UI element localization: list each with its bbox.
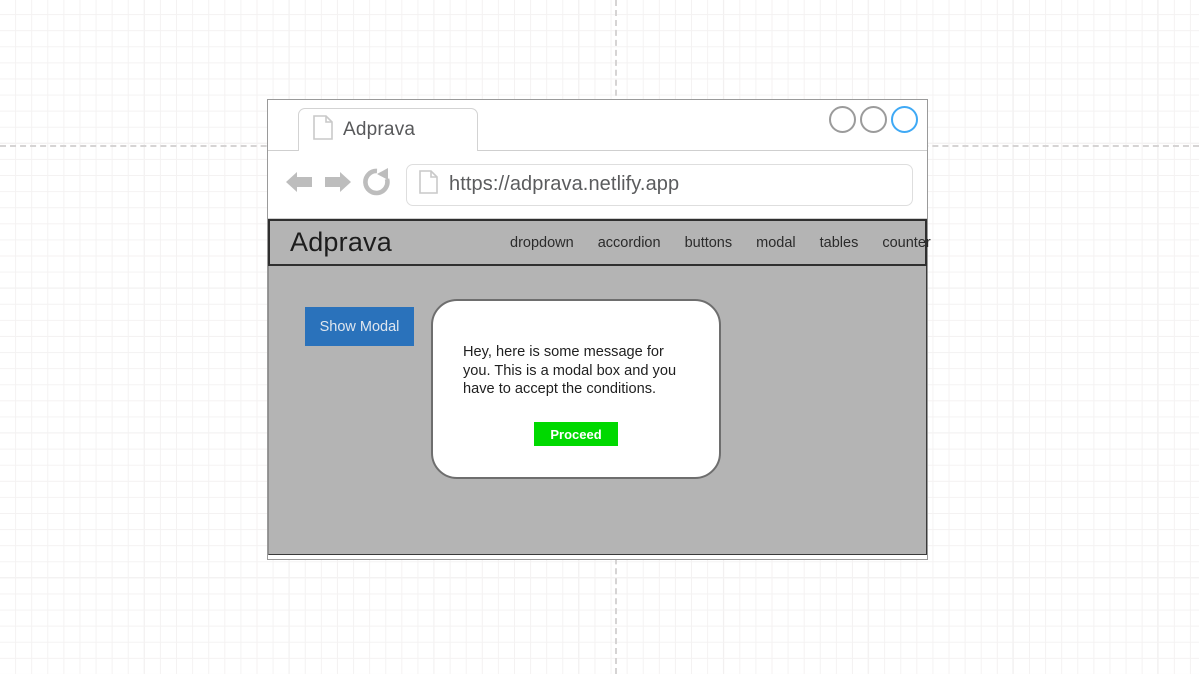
show-modal-button[interactable]: Show Modal [305, 307, 414, 346]
browser-window-mockup: Adprava https://adprava.netlify.app Adpr… [267, 99, 931, 560]
nav-link-counter[interactable]: counter [882, 235, 930, 251]
site-content-area: Show Modal Hey, here is some message for… [268, 266, 927, 555]
back-arrow-icon[interactable] [284, 169, 314, 200]
maximize-button[interactable] [860, 106, 887, 133]
site-brand: Adprava [290, 227, 392, 257]
site-navbar: Adprava dropdown accordion buttons modal… [268, 219, 931, 266]
browser-tab-label: Adprava [343, 119, 416, 140]
site-nav-links: dropdown accordion buttons modal tables … [510, 235, 931, 251]
modal-dialog: Hey, here is some message for you. This … [431, 299, 721, 479]
address-bar-url: https://adprava.netlify.app [449, 173, 680, 195]
page-icon [313, 115, 333, 145]
close-button[interactable] [891, 106, 918, 133]
modal-message: Hey, here is some message for you. This … [463, 344, 677, 397]
nav-link-tables[interactable]: tables [820, 235, 859, 251]
address-bar[interactable]: https://adprava.netlify.app [406, 163, 913, 206]
browser-toolbar: https://adprava.netlify.app [268, 151, 927, 219]
browser-tab-strip: Adprava [268, 100, 927, 151]
reload-icon[interactable] [362, 167, 392, 202]
nav-link-accordion[interactable]: accordion [598, 235, 661, 251]
page-icon [419, 170, 438, 199]
minimize-button[interactable] [829, 106, 856, 133]
window-controls [829, 106, 918, 133]
forward-arrow-icon[interactable] [323, 169, 353, 200]
nav-link-buttons[interactable]: buttons [685, 235, 733, 251]
nav-link-modal[interactable]: modal [756, 235, 796, 251]
browser-tab[interactable]: Adprava [298, 108, 478, 151]
nav-link-dropdown[interactable]: dropdown [510, 235, 574, 251]
proceed-button[interactable]: Proceed [534, 422, 618, 446]
